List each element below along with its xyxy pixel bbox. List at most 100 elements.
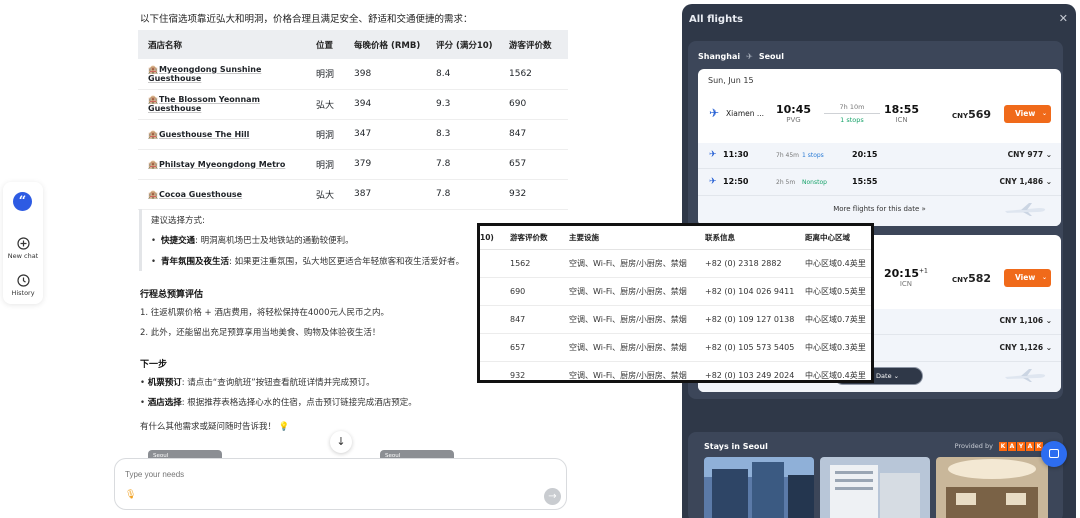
zoomed-table-overlay: 10) 游客评价数 主要设施 联系信息 距离中心区域 1562 空调、Wi-Fi… — [477, 223, 874, 383]
hotel-link[interactable]: 🏨Guesthouse The Hill — [138, 119, 306, 150]
send-button[interactable]: → — [544, 488, 561, 505]
table-cell: +82 (0) 103 249 2024 — [705, 361, 805, 380]
table-cell: 7.8 — [426, 149, 499, 180]
hotel-table-header: 酒店名称 位置 每晚价格 (RMB) 评分 (满分10) 游客评价数 — [138, 30, 568, 59]
hotel-image[interactable] — [936, 457, 1048, 518]
chevron-down-icon: ⌄ — [1041, 110, 1047, 117]
arrow-down-icon: ↓ — [336, 435, 346, 448]
quote-icon[interactable]: “ — [13, 192, 32, 211]
table-cell: 空调、Wi-Fi、厨房/小厨房、禁烟 — [569, 277, 705, 306]
table-cell: 中心区域0.5英里 — [805, 277, 871, 306]
col-contact: 联系信息 — [705, 226, 805, 250]
table-cell: 弘大 — [306, 179, 344, 210]
table-row: 🏨Cocoa Guesthouse 弘大 387 7.8 932 — [138, 179, 568, 210]
table-row: 🏨Philstay Myeongdong Metro 明洞 379 7.8 65… — [138, 149, 568, 180]
clock-icon — [16, 274, 30, 287]
table-row: 690 空调、Wi-Fi、厨房/小厨房、禁烟 +82 (0) 104 026 9… — [480, 277, 871, 306]
new-chat-button[interactable]: New chat — [3, 237, 43, 260]
hotel-details-table: 10) 游客评价数 主要设施 联系信息 距离中心区域 1562 空调、Wi-Fi… — [480, 226, 871, 380]
hotel-image[interactable] — [704, 457, 814, 518]
table-row: 🏨The Blossom Yeonnam Guesthouse 弘大 394 9… — [138, 89, 568, 120]
view-button[interactable]: View ⌄ — [1004, 105, 1051, 123]
airline-name: Xiamen ... — [726, 109, 765, 118]
stays-title: Stays in Seoul — [704, 442, 768, 451]
hotel-link[interactable]: 🏨The Blossom Yeonnam Guesthouse — [138, 89, 306, 120]
table-cell: 1562 — [510, 249, 569, 278]
flight-row[interactable]: ✈ 12:50 2h 5m Nonstop 15:55 CNY 1,486 ⌄ — [698, 170, 1061, 196]
hotel-link[interactable]: 🏨Myeongdong Sunshine Guesthouse — [138, 59, 306, 90]
list-item: • 酒店选择: 根据推荐表格选择心水的住宿，点击预订链接完成酒店预定。 — [140, 398, 417, 408]
plus-circle-icon — [16, 237, 30, 250]
col-rating: 评分 (满分10) — [426, 30, 499, 59]
table-cell: 8.3 — [426, 119, 499, 150]
table-cell: 7.8 — [426, 179, 499, 210]
hotel-icon: 🏨 — [148, 95, 158, 104]
table-row: 847 空调、Wi-Fi、厨房/小厨房、禁烟 +82 (0) 109 127 0… — [480, 305, 871, 334]
table-row: 1562 空调、Wi-Fi、厨房/小厨房、禁烟 +82 (0) 2318 288… — [480, 249, 871, 278]
col-reviews: 游客评价数 — [499, 30, 568, 59]
route-title: Shanghai ✈ Seoul — [698, 52, 784, 61]
hotel-link[interactable]: 🏨Philstay Myeongdong Metro — [138, 149, 306, 180]
airplane-icon: ✈ — [709, 177, 717, 187]
day-card: Sun, Jun 15 ✈ Xiamen ... 10:45 PVG 7h 10… — [698, 69, 1061, 226]
table-cell: 中心区域0.4英里 — [805, 361, 871, 380]
table-cell: 空调、Wi-Fi、厨房/小厨房、禁烟 — [569, 249, 705, 278]
jet-icon — [1005, 369, 1046, 382]
microphone-icon[interactable]: 🎙 — [125, 490, 136, 500]
scroll-down-button[interactable]: ↓ — [330, 431, 352, 453]
table-cell: 空调、Wi-Fi、厨房/小厨房、禁烟 — [569, 361, 705, 380]
close-icon[interactable]: ✕ — [1059, 12, 1068, 25]
hotel-image[interactable] — [820, 457, 930, 518]
left-rail: “ New chat History — [3, 182, 43, 304]
view-button[interactable]: View ⌄ — [1004, 269, 1051, 287]
table-cell: 明洞 — [306, 119, 344, 150]
col-price: 每晚价格 (RMB) — [344, 30, 426, 59]
table-cell: 347 — [344, 119, 426, 150]
table-cell: 1562 — [499, 59, 568, 90]
airplane-icon: ✈ — [709, 150, 717, 160]
kayak-logo: KAYAK — [999, 442, 1043, 451]
chat-input[interactable] — [125, 467, 425, 481]
next-step-title: 下一步 — [140, 360, 168, 370]
airplane-icon: ✈ — [709, 106, 720, 120]
table-cell: 弘大 — [306, 89, 344, 120]
chat-support-button[interactable] — [1041, 441, 1067, 467]
other-flights: ✈ 11:30 7h 45m 1 stops 20:15 CNY 977 ⌄ ✈… — [698, 143, 1061, 226]
list-item: • 机票预订: 请点击“查询航班”按钮查看航班详情并完成预订。 — [140, 378, 375, 388]
history-button[interactable]: History — [3, 274, 43, 297]
arrival: 18:55 ICN — [884, 103, 920, 124]
suggestion-title: 建议选择方式: — [151, 216, 205, 226]
table-cell: 847 — [499, 119, 568, 150]
suggestion-block: 建议选择方式: 快捷交通: 明洞离机场巴士及地铁站的通勤较便利。 青年氛围及夜生… — [139, 209, 469, 271]
table-cell: 空调、Wi-Fi、厨房/小厨房、禁烟 — [569, 305, 705, 334]
budget-title: 行程总预算评估 — [140, 290, 204, 300]
table-cell: 空调、Wi-Fi、厨房/小厨房、禁烟 — [569, 333, 705, 362]
table-cell: +82 (0) 2318 2882 — [705, 249, 805, 278]
stays-card: Stays in Seoul Provided by KAYAK — [688, 432, 1063, 518]
table-cell: 9.3 — [426, 89, 499, 120]
chevron-down-icon: ⌄ — [1041, 274, 1047, 281]
table-cell: 中心区域0.3英里 — [805, 333, 871, 362]
table-cell: 847 — [510, 305, 569, 334]
flight-row[interactable]: ✈ 11:30 7h 45m 1 stops 20:15 CNY 977 ⌄ — [698, 143, 1061, 169]
flight-price: CNY569 — [952, 108, 992, 121]
table-cell: 398 — [344, 59, 426, 90]
table-cell: +82 (0) 105 573 5405 — [705, 333, 805, 362]
duration: 7h 10m 1 stops — [824, 103, 880, 124]
col-reviews: 游客评价数 — [510, 226, 569, 250]
new-chat-label: New chat — [7, 252, 39, 260]
flight-price: CNY 977 ⌄ — [1007, 150, 1052, 159]
table-cell: +82 (0) 109 127 0138 — [705, 305, 805, 334]
history-label: History — [11, 289, 35, 297]
chat-icon — [1049, 449, 1059, 458]
table-cell: 中心区域0.4英里 — [805, 249, 871, 278]
table-row: 932 空调、Wi-Fi、厨房/小厨房、禁烟 +82 (0) 103 249 2… — [480, 361, 871, 380]
flight-date: Sun, Jun 15 — [708, 76, 754, 85]
budget-line: 1. 往返机票价格 + 酒店费用，将轻松保持在4000元人民币之内。 — [140, 308, 389, 318]
intro-text: 以下住宿选项靠近弘大和明洞，价格合理且满足安全、舒适和交通便捷的需求： — [140, 14, 473, 25]
list-item: 青年氛围及夜生活: 如果更注重氛围，弘大地区更适合年轻旅客和夜生活爱好者。 — [151, 255, 469, 267]
table-cell: 387 — [344, 179, 426, 210]
provider-label: Provided by KAYAK — [954, 442, 1043, 451]
hotel-link[interactable]: 🏨Cocoa Guesthouse — [138, 179, 306, 210]
table-cell: 8.4 — [426, 59, 499, 90]
